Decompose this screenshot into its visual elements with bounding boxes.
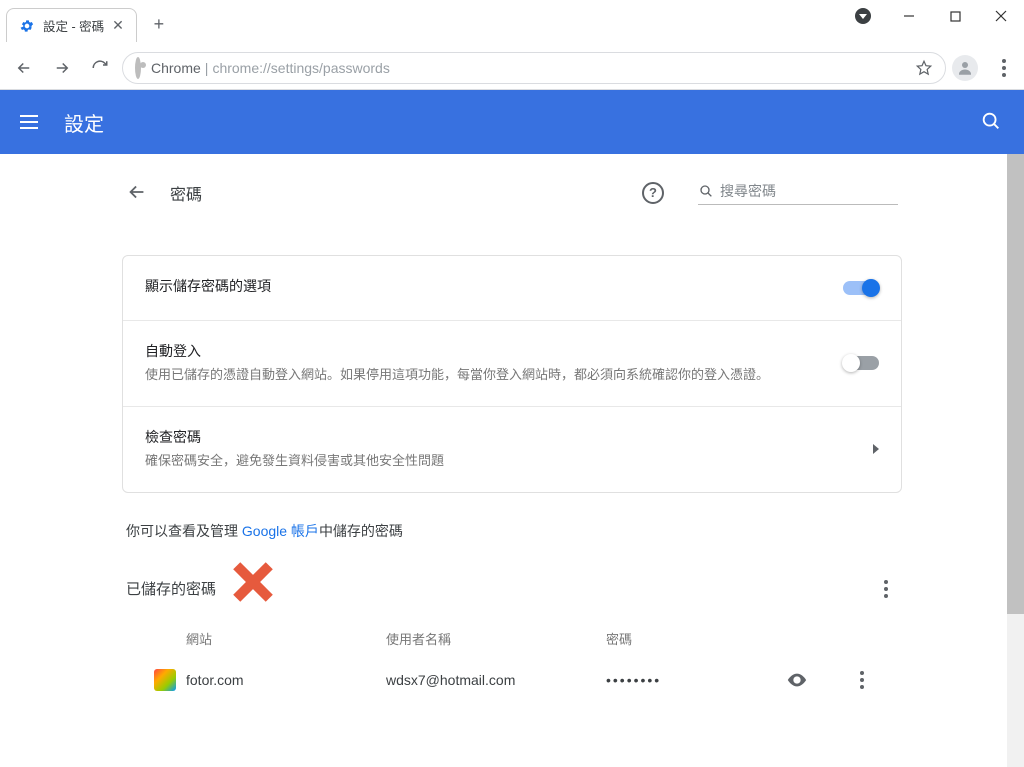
app-header: 設定 <box>0 90 1024 154</box>
password-row-menu-button[interactable] <box>850 668 874 692</box>
close-tab-icon[interactable]: ✕ <box>112 17 124 34</box>
nav-forward-button[interactable] <box>46 52 78 84</box>
toggle-auto-signin[interactable] <box>843 356 879 370</box>
annotation-cross-icon <box>230 559 276 605</box>
settings-card: 顯示儲存密碼的選項 自動登入 使用已儲存的憑證自動登入網站。如果停用這項功能，每… <box>122 255 902 493</box>
column-header-password: 密碼 <box>606 629 786 648</box>
url-origin: Chrome <box>151 60 201 76</box>
section-title: 密碼 <box>170 181 202 205</box>
browser-menu-button[interactable] <box>984 52 1016 84</box>
cell-username: wdsx7@hotmail.com <box>386 672 606 688</box>
row-auto-signin: 自動登入 使用已儲存的憑證自動登入網站。如果停用這項功能，每當你登入網站時，都必… <box>123 321 901 407</box>
browser-tab[interactable]: 設定 - 密碼 ✕ <box>6 8 137 42</box>
tab-title: 設定 - 密碼 <box>43 16 104 35</box>
site-favicon <box>154 669 176 691</box>
saved-passwords-menu-button[interactable] <box>874 577 898 601</box>
profile-avatar-button[interactable] <box>952 55 978 81</box>
window-close-button[interactable] <box>978 0 1024 32</box>
search-passwords-input[interactable] <box>720 183 898 199</box>
saved-passwords-label: 已儲存的密碼 <box>126 578 216 599</box>
toggle-offer-save-passwords[interactable] <box>843 281 879 295</box>
chevron-right-icon <box>873 444 879 454</box>
search-icon <box>698 182 714 200</box>
window-titlebar: 設定 - 密碼 ✕ + <box>0 0 1024 46</box>
show-password-button[interactable] <box>786 669 830 691</box>
browser-toolbar: Chrome | chrome://settings/passwords <box>0 46 1024 90</box>
saved-passwords-table: 網站 使用者名稱 密碼 fotor.com wdsx7@hotmail.com … <box>122 619 902 702</box>
menu-icon[interactable] <box>20 110 44 134</box>
row-title: 自動登入 <box>145 341 825 361</box>
settings-page: 密碼 ? 顯示儲存密碼的選項 自動登入 使用已儲存的憑證自動登入網站。如果停用這… <box>0 154 1024 767</box>
saved-passwords-heading: 已儲存的密碼 <box>122 541 902 619</box>
url-path: chrome://settings/passwords <box>212 60 389 76</box>
row-title: 檢查密碼 <box>145 427 855 447</box>
table-header-row: 網站 使用者名稱 密碼 <box>122 619 902 658</box>
section-header: 密碼 ? <box>122 180 902 221</box>
column-header-site: 網站 <box>186 629 386 648</box>
new-tab-button[interactable]: + <box>145 10 173 38</box>
bookmark-star-icon[interactable] <box>915 59 933 77</box>
nav-reload-button[interactable] <box>84 52 116 84</box>
window-minimize-button[interactable] <box>886 0 932 32</box>
profile-indicator-icon[interactable] <box>840 0 886 32</box>
cell-site[interactable]: fotor.com <box>186 672 386 688</box>
gear-icon <box>19 18 35 34</box>
chrome-icon <box>135 60 141 76</box>
app-title: 設定 <box>64 108 104 137</box>
cell-password: •••••••• <box>606 672 786 688</box>
nav-back-button[interactable] <box>8 52 40 84</box>
google-account-link[interactable]: Google 帳戶 <box>242 523 319 539</box>
row-description: 使用已儲存的憑證自動登入網站。如果停用這項功能，每當你登入網站時，都必須向系統確… <box>145 365 825 386</box>
table-row: fotor.com wdsx7@hotmail.com •••••••• <box>122 658 902 702</box>
column-header-user: 使用者名稱 <box>386 629 606 648</box>
google-account-info-line: 你可以查看及管理 Google 帳戶中儲存的密碼 <box>122 493 902 541</box>
row-description: 確保密碼安全，避免發生資料侵害或其他安全性問題 <box>145 451 855 472</box>
header-search-icon[interactable] <box>980 110 1004 134</box>
url-separator: | <box>205 60 209 76</box>
help-icon[interactable]: ? <box>642 182 664 204</box>
row-title: 顯示儲存密碼的選項 <box>145 276 825 296</box>
row-check-passwords[interactable]: 檢查密碼 確保密碼安全，避免發生資料侵害或其他安全性問題 <box>123 407 901 492</box>
search-passwords-field[interactable] <box>698 180 898 205</box>
section-back-button[interactable] <box>126 181 150 205</box>
row-offer-save-passwords: 顯示儲存密碼的選項 <box>123 256 901 321</box>
address-bar[interactable]: Chrome | chrome://settings/passwords <box>122 52 946 84</box>
window-maximize-button[interactable] <box>932 0 978 32</box>
